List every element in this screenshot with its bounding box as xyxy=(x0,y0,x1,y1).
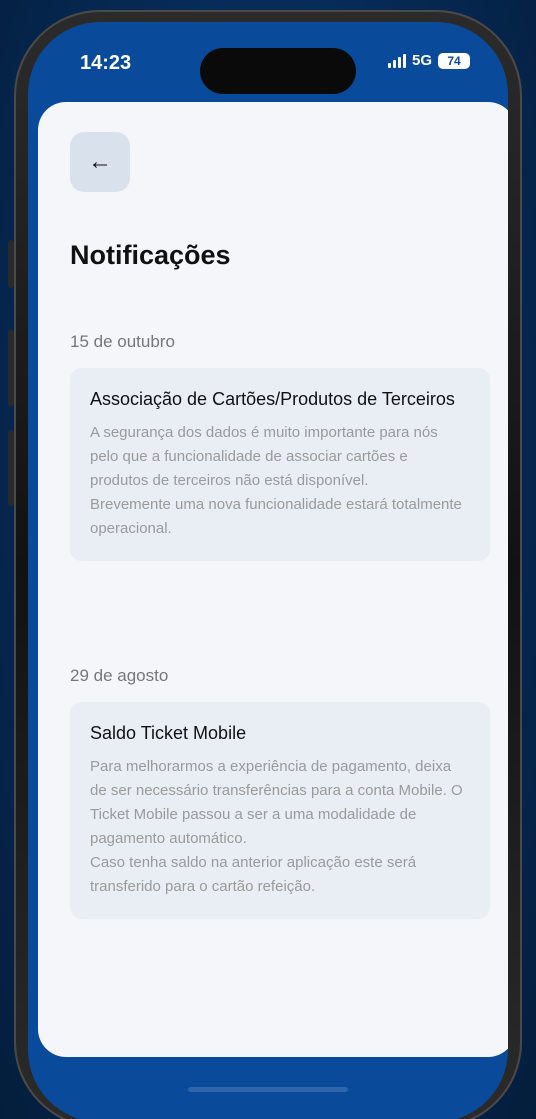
home-indicator xyxy=(188,1087,348,1092)
notification-card[interactable]: Saldo Ticket Mobile Para melhorarmos a e… xyxy=(70,702,490,919)
notification-body: Para melhorarmos a experiência de pagame… xyxy=(90,758,463,895)
battery-icon: 74 xyxy=(438,52,470,69)
notification-body: A segurança dos dados é muito importante… xyxy=(90,424,462,537)
background: 14:23 5G 74 ← Notificações 15 de outubro xyxy=(0,0,536,1119)
notifications-screen: ← Notificações 15 de outubro Associação … xyxy=(38,102,508,1057)
network-type: 5G xyxy=(411,52,432,69)
back-button[interactable]: ← xyxy=(70,132,130,192)
page-title: Notificações xyxy=(70,240,231,270)
notification-date: 29 de agosto xyxy=(70,666,169,685)
notification-title: Saldo Ticket Mobile xyxy=(90,723,247,743)
status-indicators: 5G 74 xyxy=(387,52,470,69)
signal-icon xyxy=(387,53,406,68)
notification-card[interactable]: Associação de Cartões/Produtos de Tercei… xyxy=(70,368,490,561)
status-bar: 14:23 5G 74 xyxy=(28,22,508,102)
dynamic-island xyxy=(200,48,356,94)
notification-date: 15 de outubro xyxy=(70,332,175,351)
notification-title: Associação de Cartões/Produtos de Tercei… xyxy=(90,389,455,409)
status-time: 14:23 xyxy=(80,52,132,74)
arrow-left-icon: ← xyxy=(88,148,112,175)
phone-screen: 14:23 5G 74 ← Notificações 15 de outubro xyxy=(28,22,508,1119)
